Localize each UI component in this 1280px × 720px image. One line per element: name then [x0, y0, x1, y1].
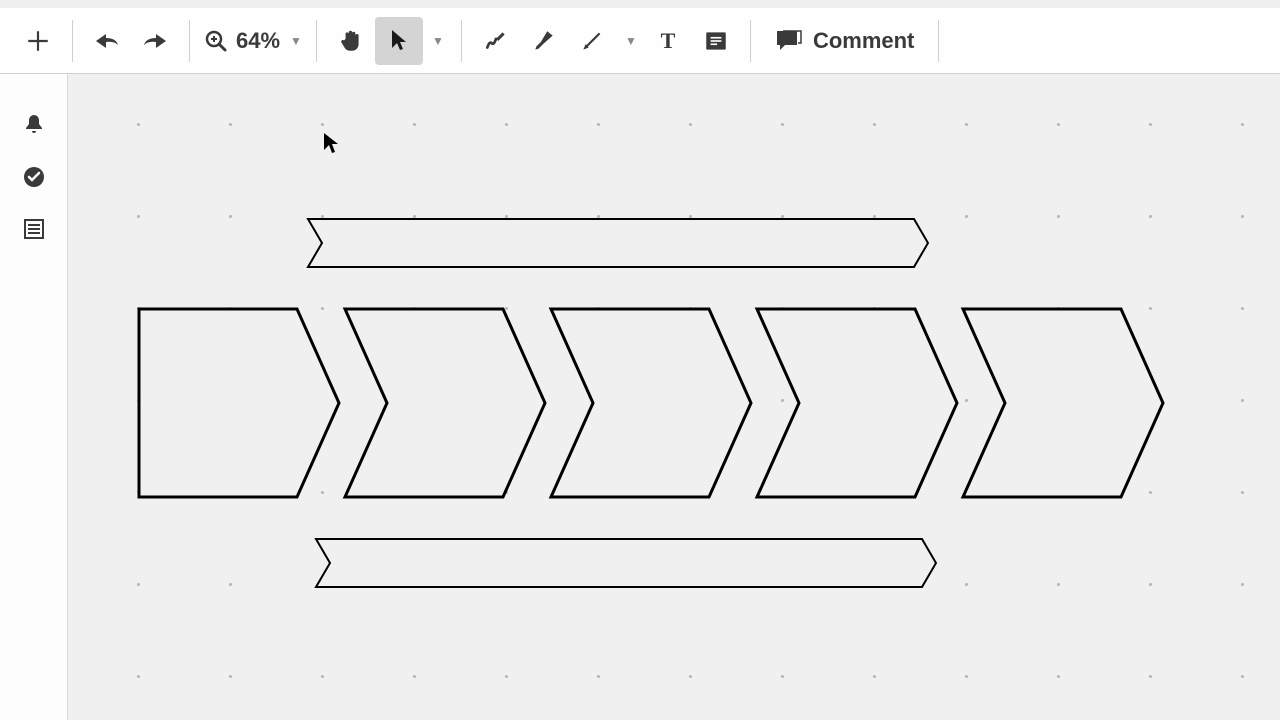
note-icon	[703, 28, 729, 54]
chevron-down-icon: ▼	[625, 34, 637, 48]
chevron-shape[interactable]	[345, 309, 545, 497]
check-circle-icon	[22, 165, 46, 189]
list-icon	[23, 218, 45, 240]
main-toolbar: 64% ▼ ▼ ▼ T Comment	[0, 8, 1280, 74]
select-tool-button[interactable]	[375, 17, 423, 65]
select-tool-dropdown[interactable]: ▼	[423, 17, 451, 65]
undo-button[interactable]	[83, 17, 131, 65]
text-icon: T	[656, 29, 680, 53]
pen-tool-button[interactable]	[472, 17, 520, 65]
bell-icon	[23, 113, 45, 137]
chevron-down-icon: ▼	[290, 34, 302, 48]
zoom-value: 64%	[236, 28, 280, 54]
notifications-button[interactable]	[19, 110, 49, 140]
redo-icon	[140, 30, 170, 52]
line-tool-dropdown[interactable]: ▼	[616, 17, 644, 65]
text-tool-button[interactable]: T	[644, 17, 692, 65]
line-tool-button[interactable]	[568, 17, 616, 65]
highlighter-icon	[531, 28, 557, 54]
chevron-shape[interactable]	[551, 309, 751, 497]
separator	[316, 20, 317, 62]
undo-icon	[92, 30, 122, 52]
chevron-shape[interactable]	[963, 309, 1163, 497]
separator	[189, 20, 190, 62]
cursor-icon	[388, 28, 410, 54]
pan-tool-button[interactable]	[327, 17, 375, 65]
chevron-shape[interactable]	[316, 539, 936, 587]
comment-icon	[775, 28, 803, 54]
separator	[72, 20, 73, 62]
separator	[938, 20, 939, 62]
add-button[interactable]	[14, 17, 62, 65]
pen-icon	[483, 28, 509, 54]
separator	[461, 20, 462, 62]
comment-label: Comment	[813, 28, 914, 54]
shapes-layer	[68, 74, 1280, 720]
chevron-shape[interactable]	[308, 219, 928, 267]
left-sidebar	[0, 74, 68, 720]
redo-button[interactable]	[131, 17, 179, 65]
zoom-icon	[204, 29, 228, 53]
chevron-shape[interactable]	[139, 309, 339, 497]
drawing-canvas[interactable]	[68, 74, 1280, 720]
pages-button[interactable]	[19, 214, 49, 244]
note-tool-button[interactable]	[692, 17, 740, 65]
highlighter-tool-button[interactable]	[520, 17, 568, 65]
chevron-shape[interactable]	[757, 309, 957, 497]
approvals-button[interactable]	[19, 162, 49, 192]
line-arrow-icon	[579, 28, 605, 54]
comment-button[interactable]: Comment	[761, 17, 928, 65]
svg-text:T: T	[661, 29, 676, 53]
separator	[750, 20, 751, 62]
zoom-control[interactable]: 64% ▼	[200, 28, 306, 54]
hand-icon	[338, 28, 364, 54]
plus-icon	[25, 28, 51, 54]
chevron-down-icon: ▼	[432, 34, 444, 48]
